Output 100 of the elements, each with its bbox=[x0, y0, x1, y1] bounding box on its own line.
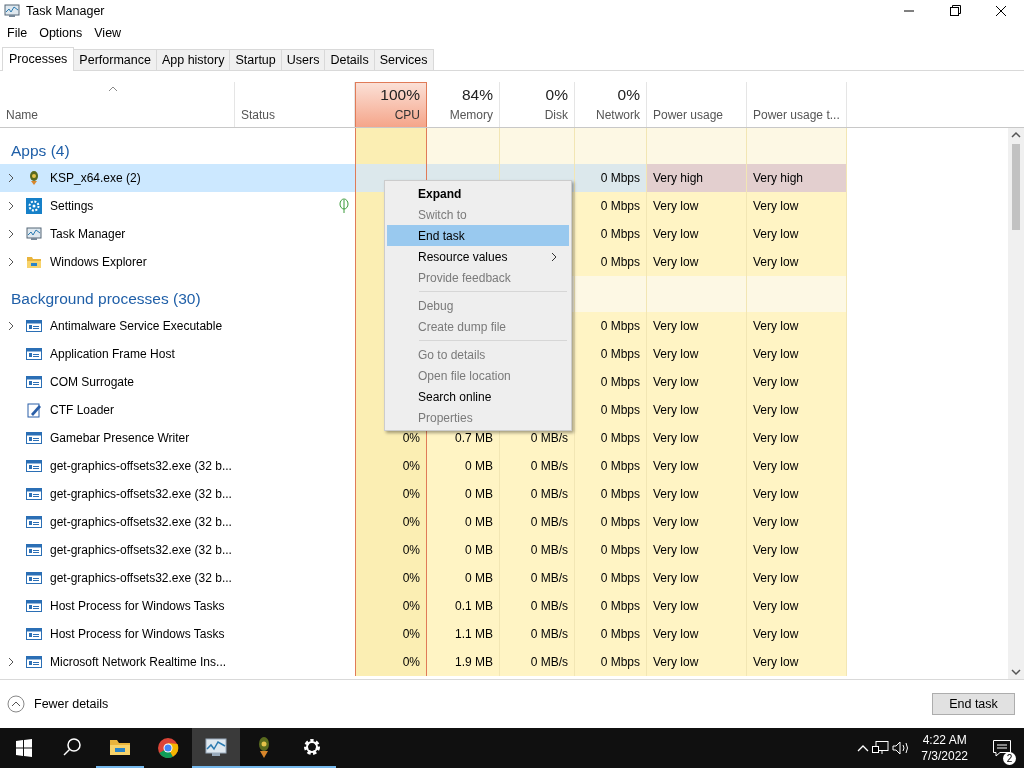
name-cell[interactable]: Host Process for Windows Tasks bbox=[0, 620, 355, 648]
table-cell: 0% bbox=[355, 508, 427, 536]
table-cell: Very low bbox=[747, 396, 847, 424]
name-cell[interactable]: get-graphics-offsets32.exe (32 b... bbox=[0, 452, 355, 480]
menu-item[interactable]: Resource values bbox=[387, 246, 569, 267]
column-header[interactable]: 0% Network bbox=[575, 82, 647, 127]
column-header[interactable]: 0% Disk bbox=[500, 82, 575, 127]
window-icon bbox=[26, 458, 42, 474]
name-cell[interactable]: get-graphics-offsets32.exe (32 b... bbox=[0, 508, 355, 536]
expand-chevron-icon[interactable] bbox=[8, 657, 14, 667]
name-cell[interactable]: Host Process for Windows Tasks bbox=[0, 592, 355, 620]
tab[interactable]: Details bbox=[324, 49, 375, 70]
process-name[interactable]: Task Manager bbox=[50, 227, 126, 241]
process-name[interactable]: get-graphics-offsets32.exe (32 b... bbox=[50, 571, 232, 585]
tab[interactable]: Processes bbox=[2, 47, 75, 71]
window-icon bbox=[26, 654, 42, 670]
table-cell: 0% bbox=[355, 564, 427, 592]
table-cell: 0 MB/s bbox=[500, 536, 575, 564]
expand-chevron-icon[interactable] bbox=[8, 321, 14, 331]
window-icon bbox=[26, 514, 42, 530]
monitor-icon bbox=[204, 735, 228, 759]
menu-item[interactable]: View bbox=[94, 26, 122, 40]
clock-date[interactable]: 7/3/2022 bbox=[921, 748, 968, 764]
table-cell: Very high bbox=[747, 164, 847, 192]
table-cell: Very low bbox=[647, 452, 747, 480]
process-name[interactable]: get-graphics-offsets32.exe (32 b... bbox=[50, 515, 232, 529]
column-header[interactable]: Name bbox=[0, 82, 235, 127]
name-cell[interactable]: get-graphics-offsets32.exe (32 b... bbox=[0, 536, 355, 564]
expand-chevron-icon[interactable] bbox=[8, 173, 14, 183]
table-cell: 0 Mbps bbox=[575, 396, 647, 424]
name-cell[interactable]: get-graphics-offsets32.exe (32 b... bbox=[0, 480, 355, 508]
table-cell: 0 Mbps bbox=[575, 592, 647, 620]
network-icon[interactable] bbox=[871, 740, 892, 756]
table-cell: 0 Mbps bbox=[575, 340, 647, 368]
process-name[interactable]: COM Surrogate bbox=[50, 375, 135, 389]
process-name[interactable]: Host Process for Windows Tasks bbox=[50, 627, 225, 641]
name-cell[interactable]: get-graphics-offsets32.exe (32 b... bbox=[0, 564, 355, 592]
name-cell[interactable]: Application Frame Host bbox=[0, 340, 355, 368]
expand-chevron-icon[interactable] bbox=[8, 257, 14, 267]
scrollbar[interactable] bbox=[1008, 128, 1024, 679]
process-name[interactable]: Windows Explorer bbox=[50, 255, 147, 269]
scrollbar-thumb[interactable] bbox=[1012, 144, 1020, 230]
name-cell[interactable]: CTF Loader bbox=[0, 396, 355, 424]
name-cell[interactable]: COM Surrogate bbox=[0, 368, 355, 396]
expand-chevron-icon[interactable] bbox=[8, 201, 14, 211]
column-header[interactable]: 84% Memory bbox=[427, 82, 500, 127]
column-header[interactable]: Power usage bbox=[647, 82, 747, 127]
name-cell[interactable]: KSP_x64.exe (2) bbox=[0, 164, 355, 192]
column-header[interactable]: Power usage t... bbox=[747, 82, 847, 127]
table-cell: 0 Mbps bbox=[575, 564, 647, 592]
table-cell: Very low bbox=[647, 248, 747, 276]
process-name[interactable]: Microsoft Network Realtime Ins... bbox=[50, 655, 227, 669]
table-cell: Very low bbox=[747, 312, 847, 340]
collapse-icon[interactable] bbox=[7, 695, 25, 713]
menu-item[interactable]: Expand bbox=[387, 183, 569, 204]
process-name[interactable]: Application Frame Host bbox=[50, 347, 175, 361]
process-name[interactable]: Antimalware Service Executable bbox=[50, 319, 223, 333]
expand-chevron-icon[interactable] bbox=[8, 229, 14, 239]
table-cell: Very low bbox=[647, 648, 747, 676]
tab[interactable]: App history bbox=[155, 49, 231, 70]
taskbar-button[interactable] bbox=[192, 728, 240, 768]
menu-item[interactable]: End task bbox=[387, 225, 569, 246]
process-name[interactable]: get-graphics-offsets32.exe (32 b... bbox=[50, 543, 232, 557]
process-name[interactable]: get-graphics-offsets32.exe (32 b... bbox=[50, 459, 232, 473]
process-name[interactable]: Settings bbox=[50, 199, 94, 213]
menu-item[interactable]: File bbox=[7, 26, 28, 40]
menu-item[interactable]: Search online bbox=[387, 386, 569, 407]
process-name[interactable]: KSP_x64.exe (2) bbox=[50, 171, 141, 185]
table-cell: 0 MB bbox=[427, 564, 500, 592]
column-header[interactable]: 100% CPU bbox=[355, 82, 427, 127]
name-cell[interactable]: Microsoft Network Realtime Ins... bbox=[0, 648, 355, 676]
tab[interactable]: Services bbox=[373, 49, 434, 70]
name-cell[interactable]: Gamebar Presence Writer bbox=[0, 424, 355, 452]
tab[interactable]: Performance bbox=[73, 49, 157, 70]
table-cell: 0 Mbps bbox=[575, 220, 647, 248]
table-cell: Very low bbox=[647, 192, 747, 220]
table-cell: 0 MB bbox=[427, 452, 500, 480]
tab[interactable]: Users bbox=[280, 49, 326, 70]
table-cell: 1.9 MB bbox=[427, 648, 500, 676]
name-cell[interactable]: Antimalware Service Executable bbox=[0, 312, 355, 340]
clock-time[interactable]: 4:22 AM bbox=[922, 732, 967, 748]
tab[interactable]: Startup bbox=[229, 49, 282, 70]
fewer-details-link[interactable]: Fewer details bbox=[34, 697, 109, 711]
process-name[interactable]: get-graphics-offsets32.exe (32 b... bbox=[50, 487, 232, 501]
name-cell[interactable]: Windows Explorer bbox=[0, 248, 355, 276]
table-cell: 0 Mbps bbox=[575, 368, 647, 396]
table-cell: Very low bbox=[747, 508, 847, 536]
name-cell[interactable]: Task Manager bbox=[0, 220, 355, 248]
task-manager-icon bbox=[4, 4, 20, 18]
table-cell: Very low bbox=[747, 368, 847, 396]
process-name[interactable]: CTF Loader bbox=[50, 403, 115, 417]
end-task-button[interactable]: End task bbox=[932, 693, 1015, 715]
process-name[interactable]: Gamebar Presence Writer bbox=[50, 431, 190, 445]
menu-item[interactable]: Options bbox=[39, 26, 83, 40]
window-icon bbox=[26, 430, 42, 446]
table-cell: 0 Mbps bbox=[575, 424, 647, 452]
table-cell: Very high bbox=[647, 164, 747, 192]
name-cell[interactable]: Settings bbox=[0, 192, 355, 220]
table-cell: Very low bbox=[747, 452, 847, 480]
process-name[interactable]: Host Process for Windows Tasks bbox=[50, 599, 225, 613]
